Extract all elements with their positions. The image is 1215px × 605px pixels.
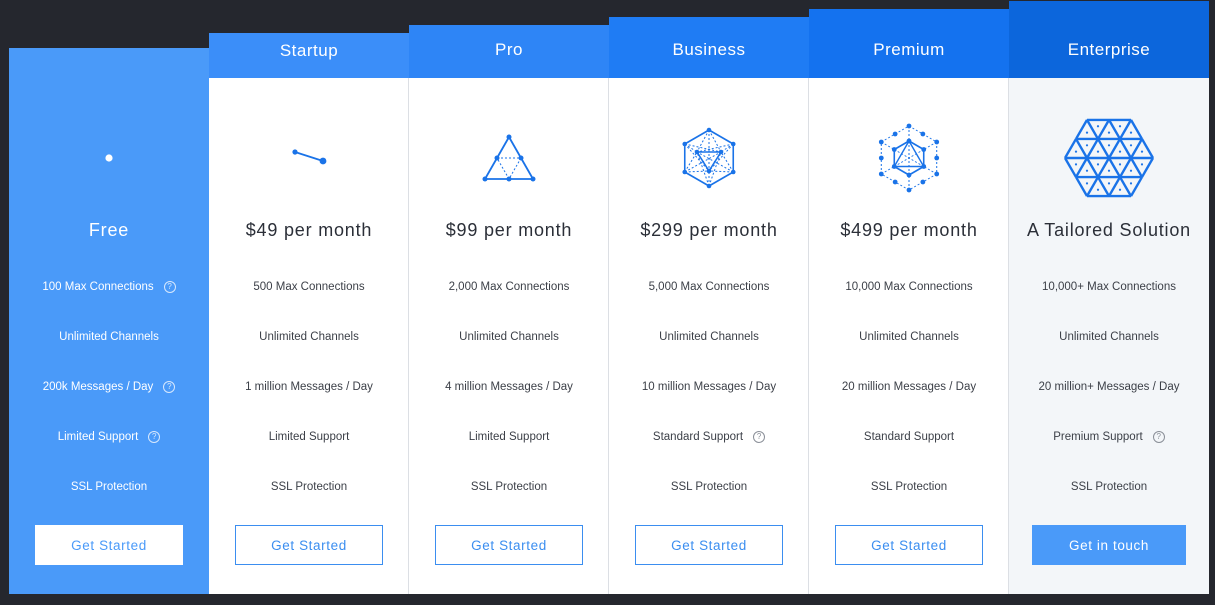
plan-price: $499 per month bbox=[840, 220, 978, 240]
feature-item: Unlimited Channels bbox=[9, 330, 209, 344]
feature-label: Limited Support bbox=[268, 431, 350, 443]
feature-label: 100 Max Connections bbox=[42, 281, 154, 293]
feature-label: 10,000+ Max Connections bbox=[1042, 281, 1176, 293]
feature-label: 20 million+ Messages / Day bbox=[1038, 381, 1180, 393]
info-icon[interactable]: ? bbox=[163, 281, 176, 293]
feature-item: Limited Support bbox=[409, 430, 609, 444]
plan-column-pro: Pro $99 per month 2,000 Max Connections … bbox=[409, 0, 609, 594]
triangular-mesh-hexagon-icon bbox=[1009, 118, 1209, 200]
feature-label: Standard Support bbox=[652, 431, 744, 443]
feature-item: Unlimited Channels bbox=[1009, 330, 1209, 344]
feature-item: 20 million Messages / Day bbox=[809, 380, 1009, 394]
plan-price: $49 per month bbox=[245, 220, 373, 240]
two-node-line-icon bbox=[209, 118, 409, 200]
pro-cta-button[interactable]: Get Started bbox=[435, 525, 583, 565]
business-cta-button[interactable]: Get Started bbox=[635, 525, 783, 565]
feature-item: 10,000 Max Connections bbox=[809, 280, 1009, 294]
feature-label: Limited Support bbox=[57, 431, 139, 443]
feature-item: 10,000+ Max Connections bbox=[1009, 280, 1209, 294]
feature-label: Unlimited Channels bbox=[259, 331, 359, 343]
plan-column-sandbox: Sandbox Free 100 Max Connections? Unlimi… bbox=[9, 0, 209, 594]
feature-item: Limited Support bbox=[209, 430, 409, 444]
feature-item: 2,000 Max Connections bbox=[409, 280, 609, 294]
plan-name: Startup bbox=[279, 41, 339, 60]
feature-item: Limited Support? bbox=[9, 430, 209, 444]
feature-item: 500 Max Connections bbox=[209, 280, 409, 294]
feature-label: Unlimited Channels bbox=[659, 331, 759, 343]
feature-label: 5,000 Max Connections bbox=[648, 281, 770, 293]
feature-item: SSL Protection bbox=[809, 480, 1009, 494]
feature-item: SSL Protection bbox=[609, 480, 809, 494]
info-icon[interactable]: ? bbox=[753, 431, 766, 443]
feature-item: Unlimited Channels bbox=[209, 330, 409, 344]
plan-column-business: Business $299 per month 5,000 Max Connec… bbox=[609, 0, 809, 594]
plan-name: Enterprise bbox=[1067, 40, 1151, 59]
feature-label: 2,000 Max Connections bbox=[448, 281, 570, 293]
feature-label: Unlimited Channels bbox=[1059, 331, 1159, 343]
feature-label: 200k Messages / Day bbox=[42, 381, 154, 393]
feature-label: Unlimited Channels bbox=[859, 331, 959, 343]
feature-label: 10 million Messages / Day bbox=[641, 381, 777, 393]
feature-label: 4 million Messages / Day bbox=[445, 381, 573, 393]
feature-item: 10 million Messages / Day bbox=[609, 380, 809, 394]
feature-item: SSL Protection bbox=[409, 480, 609, 494]
single-node-icon bbox=[9, 118, 209, 200]
feature-label: SSL Protection bbox=[670, 481, 748, 493]
feature-item: 5,000 Max Connections bbox=[609, 280, 809, 294]
info-icon[interactable]: ? bbox=[148, 431, 161, 443]
plan-price: $299 per month bbox=[640, 220, 778, 240]
enterprise-cta-button[interactable]: Get in touch bbox=[1032, 525, 1186, 565]
feature-item: 100 Max Connections? bbox=[9, 280, 209, 294]
plan-header: Pro bbox=[409, 25, 609, 78]
plan-name: Pro bbox=[495, 40, 523, 59]
hexagon-network-icon bbox=[609, 118, 809, 200]
plan-column-startup: Startup $49 per month 500 Max Connection… bbox=[209, 0, 409, 594]
triangle-network-icon bbox=[409, 118, 609, 200]
plan-header: Enterprise bbox=[1009, 1, 1209, 78]
plan-price: $99 per month bbox=[445, 220, 573, 240]
feature-item: Unlimited Channels bbox=[809, 330, 1009, 344]
feature-label: Unlimited Channels bbox=[59, 331, 159, 343]
info-icon[interactable]: ? bbox=[163, 381, 176, 393]
feature-label: SSL Protection bbox=[1070, 481, 1148, 493]
plan-name: Premium bbox=[873, 40, 945, 59]
feature-item: 1 million Messages / Day bbox=[209, 380, 409, 394]
feature-item: Standard Support bbox=[809, 430, 1009, 444]
feature-item: SSL Protection bbox=[209, 480, 409, 494]
plan-header: Startup bbox=[209, 33, 409, 78]
plan-name: Business bbox=[672, 40, 746, 59]
feature-item: Premium Support? bbox=[1009, 430, 1209, 444]
feature-item: SSL Protection bbox=[9, 480, 209, 494]
feature-label: Unlimited Channels bbox=[459, 331, 559, 343]
feature-label: SSL Protection bbox=[70, 481, 148, 493]
feature-label: 1 million Messages / Day bbox=[245, 381, 373, 393]
feature-label: 500 Max Connections bbox=[253, 281, 365, 293]
feature-item: 4 million Messages / Day bbox=[409, 380, 609, 394]
plan-price: Free bbox=[88, 220, 130, 240]
feature-label: SSL Protection bbox=[270, 481, 348, 493]
feature-label: 20 million Messages / Day bbox=[841, 381, 977, 393]
dense-hexagon-network-icon bbox=[809, 118, 1009, 200]
feature-item: 20 million+ Messages / Day bbox=[1009, 380, 1209, 394]
plan-header: Premium bbox=[809, 9, 1009, 78]
feature-item: Standard Support? bbox=[609, 430, 809, 444]
sandbox-cta-button[interactable]: Get Started bbox=[35, 525, 183, 565]
plan-header: Business bbox=[609, 17, 809, 78]
feature-label: SSL Protection bbox=[470, 481, 548, 493]
feature-label: Standard Support bbox=[863, 431, 955, 443]
plan-column-premium: Premium $499 per month 10,000 Max Connec… bbox=[809, 0, 1009, 594]
feature-item: 200k Messages / Day? bbox=[9, 380, 209, 394]
startup-cta-button[interactable]: Get Started bbox=[235, 525, 383, 565]
feature-item: Unlimited Channels bbox=[609, 330, 809, 344]
plan-column-enterprise: Enterprise A Tailored Solution 10,000+ M… bbox=[1009, 0, 1209, 594]
feature-item: Unlimited Channels bbox=[409, 330, 609, 344]
feature-label: Limited Support bbox=[468, 431, 550, 443]
premium-cta-button[interactable]: Get Started bbox=[835, 525, 983, 565]
feature-item: SSL Protection bbox=[1009, 480, 1209, 494]
plan-price: A Tailored Solution bbox=[1027, 220, 1191, 240]
feature-label: 10,000 Max Connections bbox=[845, 281, 973, 293]
feature-label: Premium Support bbox=[1053, 431, 1143, 443]
feature-label: SSL Protection bbox=[870, 481, 948, 493]
info-icon[interactable]: ? bbox=[1152, 431, 1165, 443]
